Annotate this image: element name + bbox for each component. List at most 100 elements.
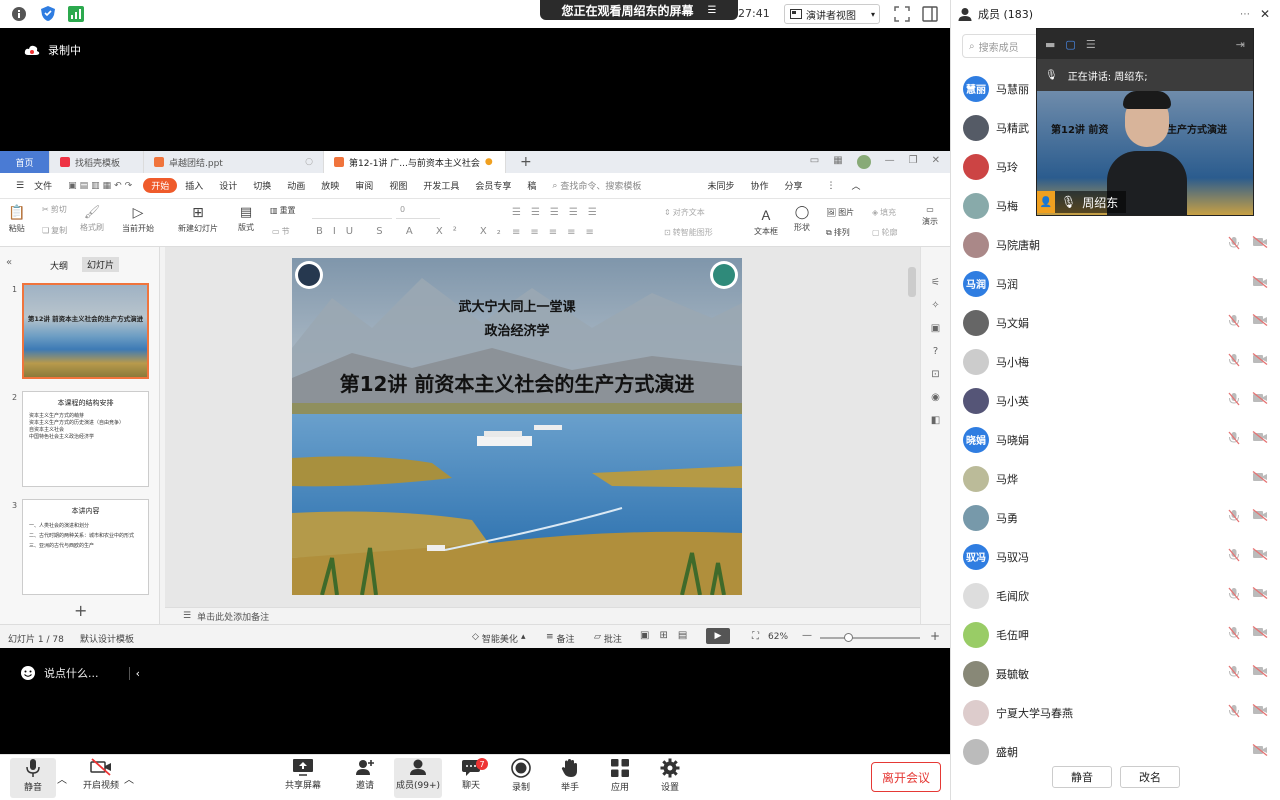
settings-button[interactable]: 设置 [647,758,693,793]
muted-mic-icon[interactable] [1228,392,1240,409]
chat-input-bar[interactable]: 说点什么... ‹ [20,661,140,685]
image-tool-icon[interactable]: ⊡ [931,369,939,380]
new-slide-button[interactable]: ⊞ 新建幻灯片 [178,205,218,234]
video-off-icon[interactable] [1252,625,1268,643]
menu-view[interactable]: 视图 [381,179,415,192]
zoom-slider-thumb[interactable] [844,633,853,642]
collapse-panel-icon[interactable]: « [6,257,12,268]
cut-button[interactable]: ✂ 剪切 [42,204,67,215]
banner-menu-icon[interactable]: ☰ [708,5,717,16]
font-style-buttons[interactable]: BIU S A X² X₂ [316,226,511,237]
video-off-icon[interactable] [1252,508,1268,526]
new-tab-icon[interactable]: + [520,154,532,170]
tab-ppt-file[interactable]: 卓越团结.ppt ○ [144,151,324,173]
video-off-icon[interactable] [1252,430,1268,448]
info-icon[interactable] [11,6,27,22]
convert-smartart-button[interactable]: ⊡ 转智能图形 [664,227,713,238]
tab-close-icon[interactable]: ○ [305,157,313,167]
grid-icon[interactable]: ▦ [833,155,842,169]
settings-sliders-icon[interactable]: ⚟ [931,277,940,288]
sidebar-toggle-icon[interactable] [922,6,938,22]
raise-hand-button[interactable]: 举手 [547,758,593,793]
tab-template[interactable]: 找稻壳模板 [50,151,144,173]
menu-slideshow[interactable]: 放映 [313,179,347,192]
member-row[interactable]: 毛闻欣 [950,576,1280,615]
slide-thumb-1[interactable]: 第12讲 前资本主义社会的生产方式演进 [22,283,149,379]
close-panel-icon[interactable]: ✕ [1260,7,1270,21]
tab-slides[interactable]: 幻灯片 [82,257,120,272]
paragraph-buttons[interactable]: ☰☰☰☰☰ [512,207,607,218]
menu-hamburger-icon[interactable]: ☰ [8,181,26,191]
muted-mic-icon[interactable] [1228,704,1240,721]
current-slide[interactable]: 武大宁大同上一堂课 政治经济学 第12讲 前资本主义社会的生产方式演进 [292,258,742,595]
muted-mic-icon[interactable] [1228,431,1240,448]
align-text-button[interactable]: ⇕ 对齐文本 [664,207,705,218]
member-row[interactable]: 驭冯 马驭冯 [950,537,1280,576]
layers-icon[interactable]: ▣ [931,323,940,334]
add-slide-icon[interactable]: + [74,601,87,620]
muted-mic-icon[interactable] [1228,509,1240,526]
zoom-out-icon[interactable]: — [802,630,812,641]
member-row[interactable]: 马院唐朝 [950,225,1280,264]
font-size-select[interactable]: 0 [396,205,440,219]
fullscreen-icon[interactable] [894,6,910,22]
member-row[interactable]: 马勇 [950,498,1280,537]
video-off-icon[interactable] [1252,664,1268,682]
video-off-icon[interactable] [1252,313,1268,331]
video-off-icon[interactable] [1252,470,1268,486]
menu-insert[interactable]: 插入 [177,179,211,192]
video-off-icon[interactable] [1252,547,1268,565]
align-buttons[interactable]: ≡≡≡≡≡ [512,227,604,238]
menu-member[interactable]: 会员专享 [467,179,519,192]
start-video-button[interactable]: 开启视频 [78,758,124,791]
member-row[interactable]: 马润 马润 [950,264,1280,303]
rename-button[interactable]: 改名 [1120,766,1180,788]
layout-icon[interactable]: ▭ [810,155,819,169]
tab-active-lecture[interactable]: 第12-1讲 广...与前资本主义社会 ● [324,151,506,173]
menu-transition[interactable]: 切换 [245,179,279,192]
video-off-icon[interactable] [1252,352,1268,370]
muted-mic-icon[interactable] [1228,587,1240,604]
smart-beautify-button[interactable]: ◇ 智能美化 ▴ [472,632,525,645]
view-buttons[interactable]: ▣⊞▤ [640,630,697,641]
help-icon[interactable]: ? [933,346,938,357]
copy-button[interactable]: ❏ 复制 [42,225,67,236]
text-box-button[interactable]: Ａ 文本框 [754,205,778,237]
mute-button[interactable]: 静音 [10,758,56,798]
slide-thumb-2[interactable]: 本课程的结构安排 资本主义生产方式的萌芽 资本主义生产方式的历史演进（自由竞争）… [22,391,149,487]
menu-design[interactable]: 设计 [211,179,245,192]
location-icon[interactable]: ◉ [931,392,940,403]
chat-collapse-icon[interactable]: ‹ [128,666,140,680]
format-painter-button[interactable]: 🖌 格式刷 [80,205,104,233]
video-off-icon[interactable] [1252,743,1268,759]
play-slideshow-button[interactable]: ▶ [706,628,730,644]
command-search[interactable]: ⌕ 查找命令、搜索模板 [544,179,649,193]
vertical-scrollbar[interactable] [908,267,916,297]
member-row[interactable]: 马烨 [950,459,1280,498]
member-row[interactable]: 聂毓敏 [950,654,1280,693]
menu-review[interactable]: 审阅 [347,179,381,192]
audio-options-chevron-icon[interactable]: ︿ [57,771,67,786]
list-view-icon[interactable]: ☰ [1086,38,1096,51]
shapes-button[interactable]: ◯ 形状 [794,205,810,233]
member-row[interactable]: 马文娟 [950,303,1280,342]
leave-meeting-button[interactable]: 离开会议 [871,762,941,792]
play-from-current-button[interactable]: ▷ 当前开始 [122,205,154,234]
member-row[interactable]: 宁夏大学马春燕 [950,693,1280,732]
mute-all-button[interactable]: 静音 [1052,766,1112,788]
close-icon[interactable]: ✕ [932,155,940,169]
member-row[interactable]: 晓娟 马晓娟 [950,420,1280,459]
more-options-icon[interactable]: ⋯ [1240,9,1250,20]
video-off-icon[interactable] [1252,391,1268,409]
video-off-icon[interactable] [1252,235,1268,253]
record-button[interactable]: 录制 [498,758,544,793]
picture-button[interactable]: 🖼 图片 [826,207,854,218]
sync-status[interactable]: 未同步 [699,179,742,192]
menu-more[interactable]: 稿 [519,179,544,192]
muted-mic-icon[interactable] [1228,314,1240,331]
tab-outline[interactable]: 大纲 [50,259,68,272]
reset-button[interactable]: ▥ 重置 [270,205,296,216]
network-signal-icon[interactable] [68,6,84,22]
menu-file[interactable]: 文件 [26,179,60,192]
member-row[interactable]: 毛伍呷 [950,615,1280,654]
